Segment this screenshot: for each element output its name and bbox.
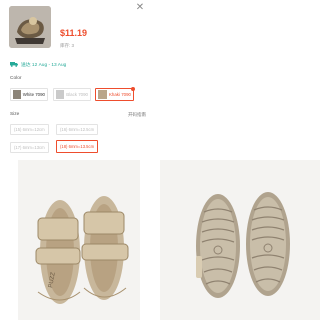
size-option-17[interactable]: (17) 6mm=13cm (10, 142, 49, 153)
color-option-white[interactable]: White 7090 (10, 88, 48, 101)
product-thumbnail[interactable] (9, 6, 51, 48)
color-swatch (13, 90, 21, 99)
shipping-estimate: 送达 12 Aug - 13 Aug (10, 60, 66, 68)
color-option-black[interactable]: Black 7090 (53, 88, 91, 101)
color-option-label: Khaki 7090 (109, 92, 131, 97)
product-photo-top: PUZZ (18, 160, 140, 320)
color-swatch (98, 90, 107, 99)
color-option-label: White 7090 (22, 92, 45, 97)
size-option-15[interactable]: (15) 6mm=12cm (10, 124, 49, 135)
color-swatch (56, 90, 65, 99)
size-section-label: Size (10, 112, 20, 117)
shipping-text: 送达 12 Aug - 13 Aug (21, 62, 67, 68)
product-price: $11.19 (60, 28, 88, 38)
size-option-16[interactable]: (16) 6mm=12.5cm (56, 124, 99, 135)
color-option-khaki[interactable]: Khaki 7090 (95, 87, 135, 101)
color-section-label: Color (10, 76, 22, 81)
size-guide-link[interactable]: 开码指南 (128, 112, 146, 118)
color-option-label: Black 7090 (66, 92, 88, 97)
selected-dot (131, 87, 135, 91)
close-icon[interactable]: ✕ (135, 3, 145, 13)
product-photo-sole (160, 160, 320, 320)
stock-count: 库存: 3 (60, 43, 75, 48)
truck-icon (10, 62, 18, 67)
size-option-18[interactable]: (18) 6mm=13.5cm (56, 140, 99, 153)
